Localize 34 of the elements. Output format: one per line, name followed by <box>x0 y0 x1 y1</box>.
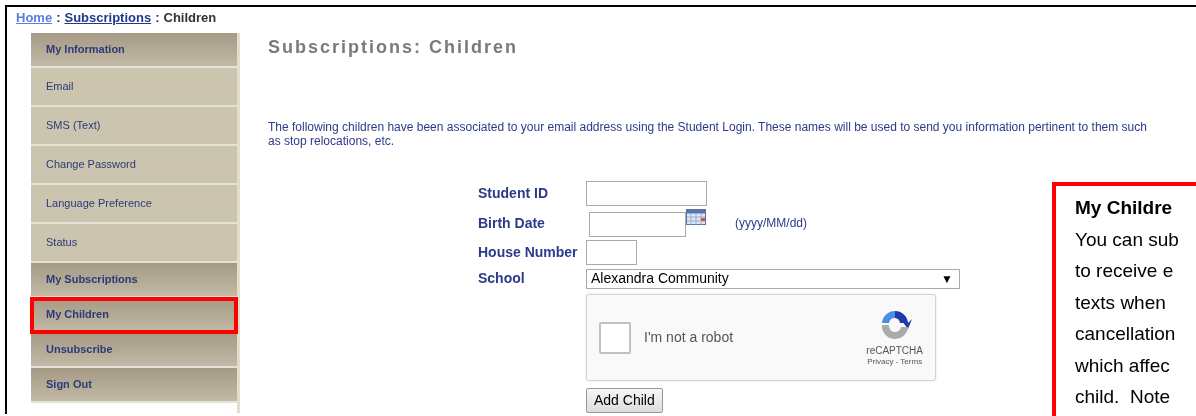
sidebar-item[interactable]: SMS (Text) <box>31 107 237 146</box>
sidebar-item[interactable]: My Children <box>31 298 237 333</box>
sidebar-item[interactable]: Email <box>31 68 237 107</box>
field-label: House Number <box>478 243 579 262</box>
callout-text: You can sub to receive e texts when cancellation which affec child. Note <box>1075 227 1180 409</box>
date-field[interactable] <box>589 212 686 237</box>
callout-title: My Childre <box>1075 196 1174 220</box>
breadcrumb-current: Children <box>163 9 217 27</box>
sidebar-item[interactable]: Status <box>31 224 237 263</box>
page-heading: Subscriptions: Children <box>268 36 519 59</box>
breadcrumb-separator: : <box>56 9 61 27</box>
school-dropdown[interactable]: Alexandra Community ▼ <box>586 268 960 289</box>
checkbox[interactable] <box>599 321 631 354</box>
captcha-links[interactable]: Privacy - Terms <box>867 356 923 367</box>
text-field[interactable] <box>586 181 707 206</box>
breadcrumb-separator: : <box>155 9 160 27</box>
sidebar-item[interactable]: Language Preference <box>31 185 237 224</box>
captcha-brand: reCAPTCHA <box>866 344 923 357</box>
sidebar-item[interactable]: Sign Out <box>31 368 237 403</box>
breadcrumb-link[interactable]: Home <box>16 8 53 33</box>
breadcrumb-link[interactable]: Subscriptions <box>64 8 152 33</box>
text-field[interactable] <box>586 240 637 265</box>
field-label: Student ID <box>478 184 549 203</box>
sidebar-item[interactable]: Unsubscribe <box>31 333 237 368</box>
calendar-icon[interactable] <box>686 209 706 225</box>
field-label: School <box>478 269 526 288</box>
sidebar-item[interactable]: My Subscriptions <box>31 263 237 298</box>
format-hint: (yyyy/MM/dd) <box>735 215 807 232</box>
add-child-button[interactable]: Add Child <box>586 388 663 413</box>
captcha-label: I'm not a robot <box>644 328 735 347</box>
intro-paragraph: The following children have been associated to your email address using the Student Login. These names will be used to send you information pertinent to them such as stop relocations, etc. <box>268 120 1148 148</box>
sidebar-item[interactable]: Change Password <box>31 146 237 185</box>
field-label: Birth Date <box>478 213 546 233</box>
sidebar-item[interactable]: My Information <box>31 33 237 68</box>
